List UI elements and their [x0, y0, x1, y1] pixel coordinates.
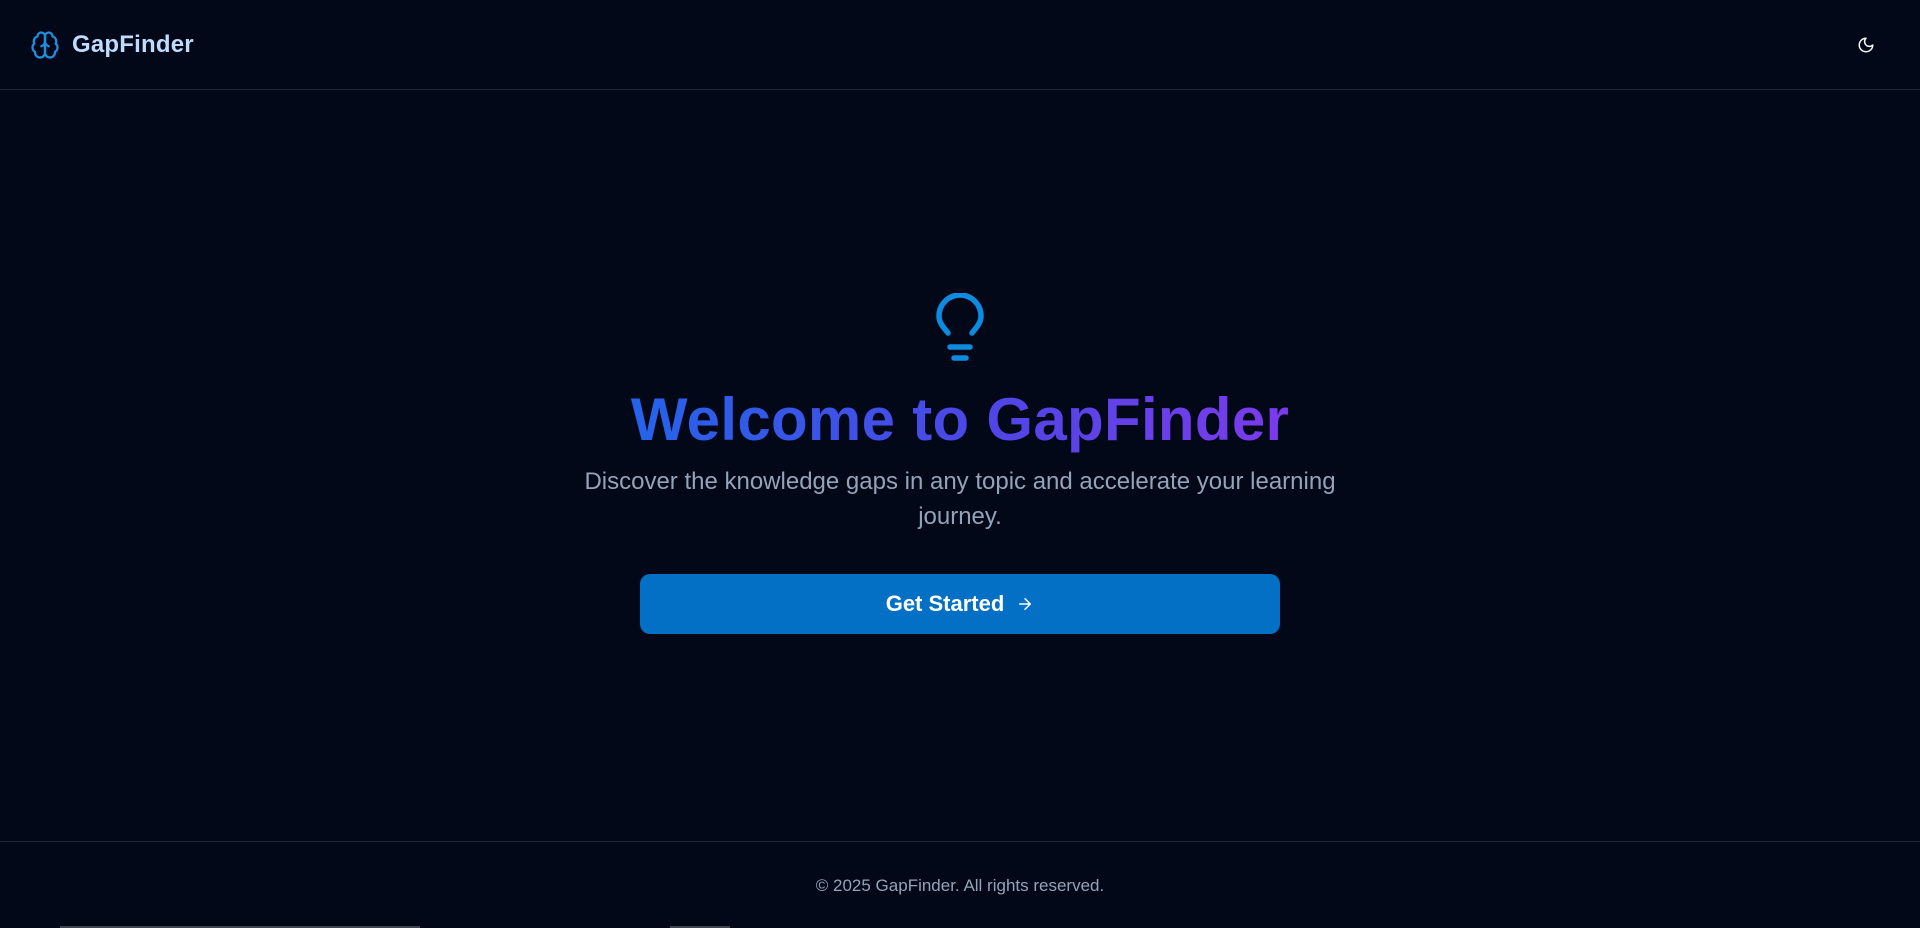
theme-toggle-button[interactable]: [1846, 25, 1886, 65]
lightbulb-icon: [930, 293, 990, 367]
get-started-label: Get Started: [885, 591, 1005, 616]
copyright-text: © 2025 GapFinder. All rights reserved.: [815, 876, 1105, 895]
landing-page: GapFinder Welcome to GapFinder Discover …: [0, 0, 1920, 928]
brand-logo-link[interactable]: GapFinder: [30, 30, 194, 60]
brain-icon: [30, 30, 60, 60]
page-footer: © 2025 GapFinder. All rights reserved.: [0, 841, 1920, 928]
moon-icon: [1857, 36, 1875, 54]
get-started-button[interactable]: Get Started: [640, 574, 1280, 634]
hero-section: Welcome to GapFinder Discover the knowle…: [0, 90, 1920, 841]
top-navbar: GapFinder: [0, 0, 1920, 90]
hero-title: Welcome to GapFinder: [630, 386, 1290, 453]
hero-subtitle: Discover the knowledge gaps in any topic…: [584, 468, 1336, 530]
arrow-right-icon: [1016, 595, 1034, 613]
brand-name: GapFinder: [72, 30, 194, 58]
